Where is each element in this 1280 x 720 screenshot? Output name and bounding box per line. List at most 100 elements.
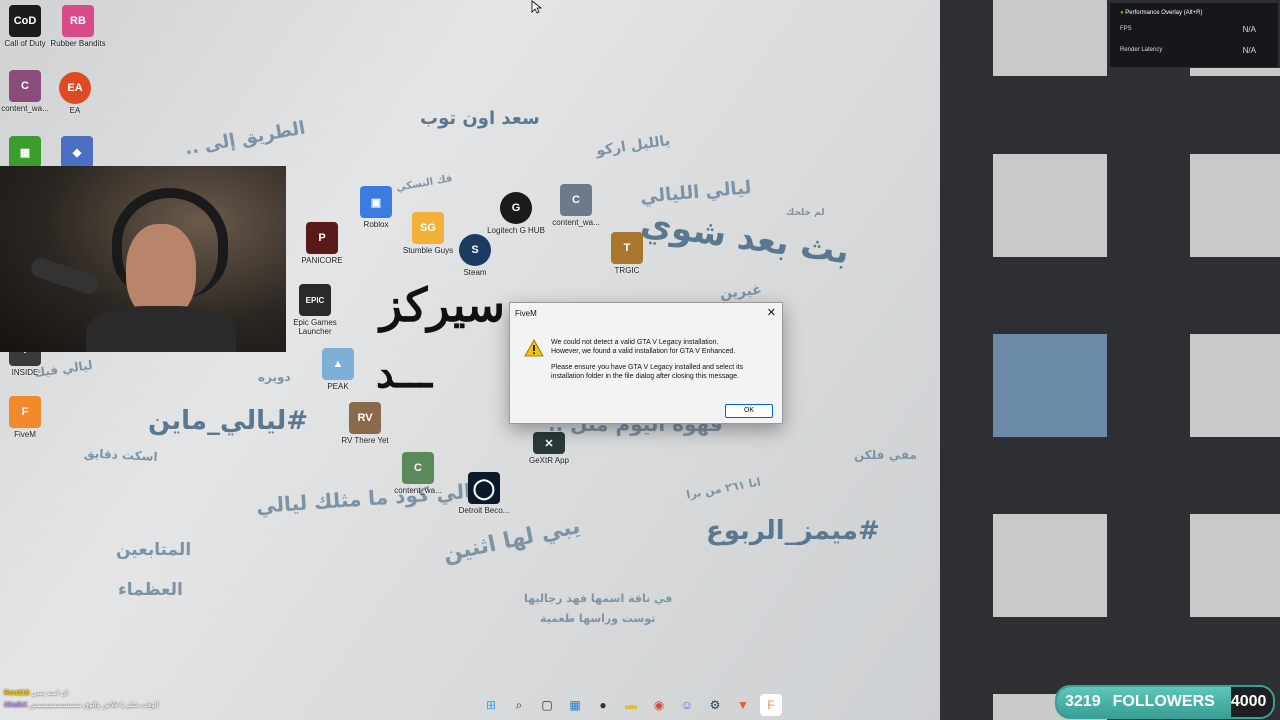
wallpaper-text: الطريق إلى .. [183, 117, 307, 160]
epic-games-icon: EPIC [299, 284, 331, 316]
wallpaper-text: يالليل اركو [595, 132, 672, 160]
fivem-error-dialog: FiveM ✕ We could not detect a valid GTA … [509, 302, 783, 424]
desktop-icon-logitech-g-hub[interactable]: G Logitech G HUB [484, 192, 548, 235]
file-explorer-icon[interactable]: ▬ [620, 694, 642, 716]
desktop-icon-gextr[interactable]: ✕ GeXtR App [517, 432, 581, 465]
wallpaper-text: سيركز [380, 278, 506, 332]
wallpaper-text: ليالي الليالي [639, 177, 753, 208]
icon-label: Detroit Beco... [458, 506, 510, 515]
desktop-icon-ea[interactable]: EA EA [43, 72, 107, 115]
gextr-icon: ✕ [533, 432, 565, 454]
windows-start-icon[interactable]: ⊞ [480, 694, 502, 716]
nvidia-icon: ● [1120, 10, 1124, 16]
chat-message: Ron218 ان اسه يسي [4, 688, 159, 700]
overlay-label: FPS [1120, 26, 1132, 32]
desktop-icon-panicore[interactable]: P PANICORE [290, 222, 354, 265]
icon-label: PANICORE [301, 256, 343, 265]
rubber-bandits-icon: RB [62, 5, 94, 37]
window-tile [1190, 68, 1280, 76]
overlay-label: Render Latency [1120, 47, 1163, 53]
chat-user: iStalkX [4, 702, 28, 709]
dialog-message: We could not detect a valid GTA V Legacy… [551, 339, 773, 381]
fivem-icon: F [9, 396, 41, 428]
wallpaper-text: لم خلجك [786, 208, 825, 218]
search-icon[interactable]: ⌕ [508, 694, 530, 716]
task-view-icon[interactable]: ▢ [536, 694, 558, 716]
wallpaper-text: في ناقة اسمها فهد رجاليها [524, 592, 673, 605]
call-of-duty-icon: CoD [9, 5, 41, 37]
building-panel [940, 0, 1280, 720]
chat-user: Ron218 [4, 690, 30, 697]
followers-goal-bar: 3219 FOLLOWERS 4000 [1055, 685, 1275, 719]
content-file-icon: C [560, 184, 592, 216]
ea-icon: EA [59, 72, 91, 104]
window-tile-lit [993, 334, 1107, 437]
stumble-guys-icon: SG [412, 212, 444, 244]
app-icon[interactable]: ● [592, 694, 614, 716]
desktop-icon-detroit[interactable]: ◯ Detroit Beco... [452, 472, 516, 515]
desktop-icon-steam[interactable]: S Steam [443, 234, 507, 277]
mouse-cursor-icon [531, 0, 543, 19]
desktop-icon-peak[interactable]: ▲ PEAK [306, 348, 370, 391]
wallpaper-text: دويره [258, 370, 291, 384]
discord-icon[interactable]: ☺ [676, 694, 698, 716]
app-icon: ◆ [61, 136, 93, 168]
overlay-value: N/A [1242, 25, 1256, 34]
chat-overlay: Ron218 ان اسه يسي iStalkX الوقت شلم يا ف… [4, 688, 159, 712]
icon-label: PEAK [327, 382, 349, 391]
wallpaper-text: مفي فلكن [854, 448, 917, 462]
overlay-value: N/A [1242, 46, 1256, 55]
webcam-feed [0, 166, 286, 352]
desktop: سعد اون توب يالليل اركو الطريق إلى .. لي… [0, 0, 940, 720]
overlay-title: Performance Overlay (Alt+R) [1125, 10, 1203, 16]
wallpaper-text: ـــد [376, 350, 433, 397]
desktop-icon-epic-games[interactable]: EPIC Epic Games Launcher [283, 284, 347, 336]
overlay-header: ● Performance Overlay (Alt+R) [1120, 10, 1203, 16]
wallpaper-text: سعد اون توب [420, 108, 540, 129]
window-tile [993, 514, 1107, 617]
icon-label: RV There Yet [341, 436, 389, 445]
desktop-icon-rubber-bandits[interactable]: RB Rubber Bandits [46, 5, 110, 48]
dialog-line: However, we found a valid installation f… [551, 347, 736, 355]
fivem-icon[interactable]: F [760, 694, 782, 716]
minecraft-icon: ▦ [9, 136, 41, 168]
chrome-icon[interactable]: ◉ [648, 694, 670, 716]
desktop-icon-fivem[interactable]: F FiveM [0, 396, 57, 439]
wallpaper-text: #ميمز_الربوع [706, 516, 880, 546]
wallpaper-text: غيرين [719, 281, 763, 303]
wallpaper-text: المتابعين [116, 540, 192, 560]
icon-label: GeXtR App [528, 456, 570, 465]
followers-label: FOLLOWERS [1112, 693, 1215, 710]
wallpaper-text: انا ٢٦١ من برا [685, 475, 762, 502]
icon-label: Epic Games Launcher [293, 318, 337, 336]
icon-label: Rubber Bandits [50, 39, 106, 48]
detroit-icon: ◯ [468, 472, 500, 504]
logitech-g-icon: G [500, 192, 532, 224]
brave-icon[interactable]: ▼ [732, 694, 754, 716]
window-tile [1190, 514, 1280, 617]
store-icon[interactable]: ▦ [564, 694, 586, 716]
wallpaper-text: اسكت دقايق [83, 446, 158, 464]
icon-label: INSIDE [11, 368, 39, 377]
dialog-line: Please ensure you have GTA V Legacy inst… [551, 364, 744, 380]
taskbar: ⊞ ⌕ ▢ ▦ ● ▬ ◉ ☺ ⚙ ▼ F [480, 692, 810, 718]
chat-message: iStalkX الوقت شلم يا فلاش والوق سسسسسسسس [4, 700, 159, 712]
icon-label: TRGIC [614, 266, 640, 275]
desktop-icon-content-wa-2[interactable]: Ccontent_wa... [544, 184, 608, 227]
desktop-icon-app[interactable]: ◆ [45, 136, 109, 170]
wallpaper-text: توست وراسها طعمية [540, 612, 656, 625]
close-icon[interactable]: ✕ [767, 306, 776, 319]
roblox-icon: ▣ [360, 186, 392, 218]
steam-icon[interactable]: ⚙ [704, 694, 726, 716]
steam-icon: S [459, 234, 491, 266]
ok-button[interactable]: OK [725, 404, 773, 418]
followers-goal: 4000 [1230, 693, 1267, 710]
desktop-icon-trgic[interactable]: T TRGIC [595, 232, 659, 275]
wallpaper-text: يبي لها اثنين [440, 513, 583, 568]
desktop-icon-rv-there-yet[interactable]: RV RV There Yet [333, 402, 397, 445]
warning-icon [524, 339, 544, 359]
icon-label: EA [69, 106, 81, 115]
desktop-icon-content-wa-3[interactable]: Ccontent_wa... [386, 452, 450, 495]
rv-there-yet-icon: RV [349, 402, 381, 434]
window-tile [1190, 154, 1280, 257]
